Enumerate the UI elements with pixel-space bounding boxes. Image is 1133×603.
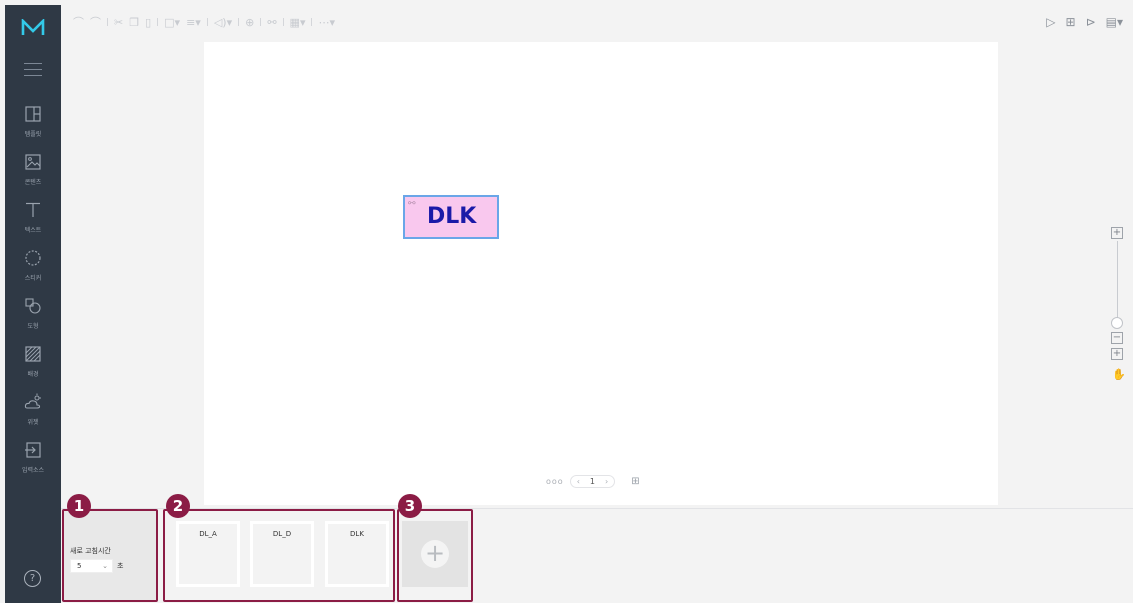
background-icon <box>25 346 41 362</box>
callout-number: 3 <box>398 494 422 518</box>
weather-widget-icon <box>24 393 41 409</box>
page-navigator: ooo ‹ 1 › ⊞ <box>546 475 640 488</box>
sidebar-item-label: 도형 <box>27 323 39 330</box>
page-selector: ‹ 1 › <box>569 475 616 488</box>
template-icon <box>25 106 41 122</box>
web-icon[interactable]: ⊕ <box>245 16 254 29</box>
element-text: DLK <box>427 204 477 229</box>
save-icon[interactable]: ▤▾ <box>1106 15 1123 29</box>
toolbar-divider <box>238 18 240 26</box>
frame-icon[interactable]: □▾ <box>164 16 180 29</box>
sidebar-item-label: 템플릿 <box>24 131 42 138</box>
callout-number: 1 <box>67 494 91 518</box>
callout-box-refresh <box>62 509 158 602</box>
sidebar-item-shape[interactable]: 도형 <box>5 297 61 343</box>
volume-icon[interactable]: ◁)▾ <box>214 16 232 29</box>
sidebar-item-sticker[interactable]: 스티커 <box>5 249 61 295</box>
sidebar-item-input-source[interactable]: 입력소스 <box>5 441 61 487</box>
sidebar-item-label: 텍스트 <box>24 227 42 234</box>
logo-icon[interactable] <box>21 19 45 37</box>
toolbar-tools: ⌒ ⌒ ✂ ❐ ▯ □▾ ≡▾ ◁)▾ ⊕ ⚯ ▦▾ ⋯▾ <box>73 14 335 30</box>
callout-number: 2 <box>166 494 190 518</box>
zoom-in-button[interactable]: + <box>1111 227 1123 239</box>
paste-icon[interactable]: ▯ <box>145 16 151 29</box>
play-icon[interactable]: ▷ <box>1046 15 1055 29</box>
redo-icon[interactable]: ⌒ <box>90 14 101 30</box>
sidebar-item-label: 스티커 <box>24 275 42 282</box>
canvas-area[interactable] <box>204 42 998 505</box>
next-page-button[interactable]: › <box>605 477 608 486</box>
hamburger-menu-icon[interactable] <box>24 63 42 77</box>
prev-page-button[interactable]: ‹ <box>577 477 580 486</box>
more-icon[interactable]: ⋯▾ <box>318 16 335 29</box>
sidebar-item-label: 위젯 <box>27 419 39 426</box>
copy-icon[interactable]: ❐ <box>129 16 139 29</box>
canvas-text-element[interactable]: ⚯ DLK <box>403 195 499 239</box>
new-screen-icon[interactable]: ⊞ <box>1066 15 1076 29</box>
toolbar-divider <box>206 18 208 26</box>
left-sidebar: 템플릿 콘텐츠 텍스트 스티커 도형 배경 위젯 입력소스 ? <box>5 5 61 603</box>
sidebar-item-content[interactable]: 콘텐츠 <box>5 153 61 199</box>
zoom-slider-track[interactable] <box>1117 241 1118 321</box>
toolbar-actions: ▷ ⊞ ⊳ ▤▾ <box>1046 15 1123 29</box>
zoom-out-button[interactable]: − <box>1111 332 1123 344</box>
add-page-icon[interactable]: ⊞ <box>631 476 639 487</box>
sidebar-item-label: 입력소스 <box>21 467 45 474</box>
page-dots[interactable]: ooo <box>546 477 564 486</box>
sidebar-item-background[interactable]: 배경 <box>5 345 61 391</box>
input-source-icon <box>25 442 41 458</box>
toolbar-divider <box>282 18 284 26</box>
sidebar-item-text[interactable]: 텍스트 <box>5 201 61 247</box>
grid-icon[interactable]: ▦▾ <box>290 16 306 29</box>
sticker-icon <box>25 250 41 266</box>
toolbar-divider <box>311 18 313 26</box>
text-icon <box>26 202 40 217</box>
undo-icon[interactable]: ⌒ <box>73 14 84 30</box>
hand-icon[interactable]: ✋ <box>1112 368 1126 381</box>
callout-box-add <box>397 509 473 602</box>
fit-screen-button[interactable]: + <box>1111 348 1123 360</box>
sidebar-item-label: 배경 <box>27 371 39 378</box>
cut-icon[interactable]: ✂ <box>114 16 123 29</box>
page-number: 1 <box>589 477 595 486</box>
callout-box-pages <box>163 509 395 602</box>
sidebar-item-label: 콘텐츠 <box>24 179 42 186</box>
open-folder-icon[interactable]: ⊳ <box>1086 15 1096 29</box>
link-icon: ⚯ <box>408 199 416 209</box>
image-icon <box>25 154 41 170</box>
toolbar-divider <box>260 18 262 26</box>
help-icon[interactable]: ? <box>24 570 41 587</box>
zoom-controls: + − + ✋ <box>1111 227 1126 387</box>
top-toolbar: ⌒ ⌒ ✂ ❐ ▯ □▾ ≡▾ ◁)▾ ⊕ ⚯ ▦▾ ⋯▾ ▷ ⊞ ⊳ ▤▾ <box>61 5 1133 39</box>
toolbar-divider <box>107 18 108 26</box>
sidebar-item-widget[interactable]: 위젯 <box>5 393 61 439</box>
zoom-slider-handle[interactable] <box>1111 317 1123 329</box>
editor-app: 템플릿 콘텐츠 텍스트 스티커 도형 배경 위젯 입력소스 ? ⌒ ⌒ ✂ ❐ … <box>0 0 1133 603</box>
toolbar-divider <box>157 18 159 26</box>
shape-icon <box>25 298 41 314</box>
sidebar-item-template[interactable]: 템플릿 <box>5 105 61 151</box>
align-icon[interactable]: ≡▾ <box>186 16 201 29</box>
link-icon[interactable]: ⚯ <box>267 16 276 29</box>
